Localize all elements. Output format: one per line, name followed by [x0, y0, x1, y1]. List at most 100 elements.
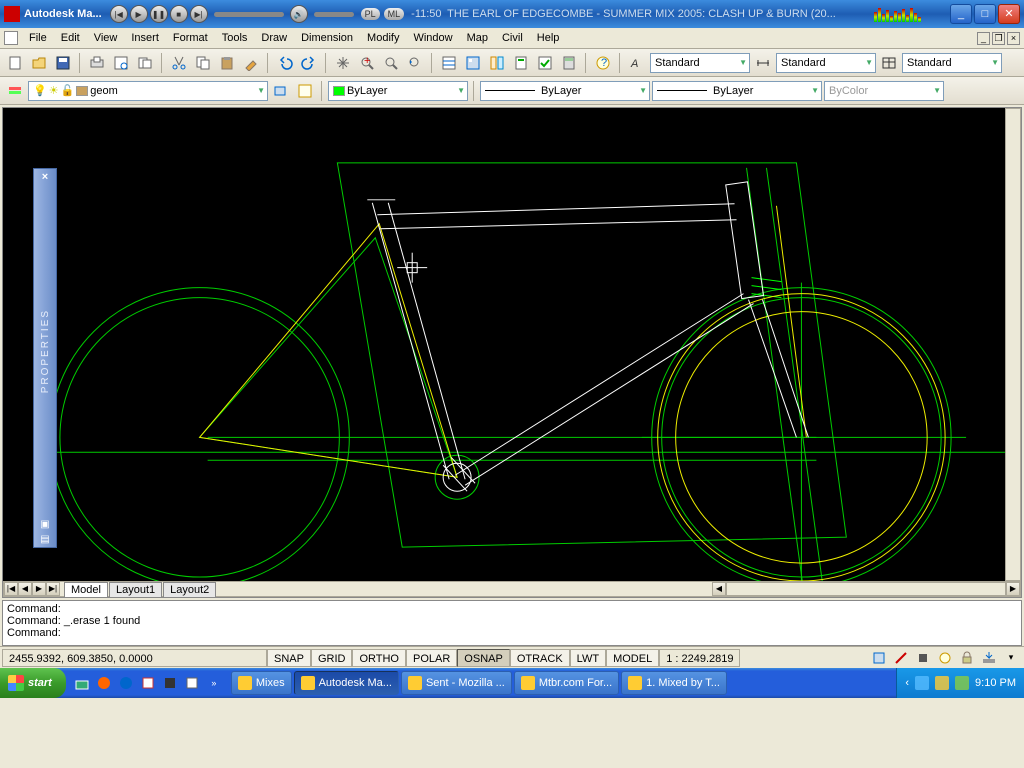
drawing-viewport[interactable]: × PROPERTIES ▣ ▤ |◀ ◀ ▶ ▶| ModelLayout1L… — [2, 107, 1022, 598]
color-combo[interactable]: ByLayer▼ — [328, 81, 468, 101]
ql-app-2[interactable] — [116, 672, 136, 694]
media-stop-button[interactable]: ■ — [170, 5, 188, 23]
status-toggle-model[interactable]: MODEL — [606, 649, 659, 667]
zoom-realtime-button[interactable]: + — [356, 52, 378, 74]
layout-tab-model[interactable]: Model — [64, 582, 108, 597]
menu-draw[interactable]: Draw — [254, 30, 294, 46]
ql-app-3[interactable] — [138, 672, 158, 694]
ql-more[interactable]: » — [204, 672, 224, 694]
menu-civil[interactable]: Civil — [495, 30, 530, 46]
ql-app-5[interactable] — [182, 672, 202, 694]
tool-palettes-button[interactable] — [486, 52, 508, 74]
redo-button[interactable] — [298, 52, 320, 74]
ql-app-4[interactable] — [160, 672, 180, 694]
layout-tab-layout1[interactable]: Layout1 — [109, 582, 162, 597]
tab-next-button[interactable]: ▶ — [32, 582, 46, 596]
menu-dimension[interactable]: Dimension — [294, 30, 360, 46]
mdi-close-button[interactable]: × — [1007, 32, 1020, 45]
status-tray-icon[interactable] — [978, 647, 1000, 669]
cut-button[interactable] — [168, 52, 190, 74]
markup-button[interactable] — [534, 52, 556, 74]
taskbar-task[interactable]: 1. Mixed by T... — [621, 671, 727, 695]
command-prompt[interactable]: Command: — [7, 627, 1017, 639]
new-button[interactable] — [4, 52, 26, 74]
taskbar-clock[interactable]: 9:10 PM — [975, 677, 1016, 689]
media-volume-slider[interactable] — [314, 12, 354, 17]
tray-expand-button[interactable]: ‹ — [905, 677, 909, 689]
status-icon-2[interactable] — [890, 647, 912, 669]
palette-close-button[interactable]: × — [40, 169, 50, 185]
document-icon[interactable] — [4, 31, 18, 45]
menu-format[interactable]: Format — [166, 30, 215, 46]
media-next-button[interactable]: ▶| — [190, 5, 208, 23]
layer-combo[interactable]: 💡 ☀ 🔓 geom ▼ — [28, 81, 268, 101]
taskbar-task[interactable]: Mtbr.com For... — [514, 671, 619, 695]
undo-button[interactable] — [274, 52, 296, 74]
tray-icon-1[interactable] — [915, 676, 929, 690]
coordinates-display[interactable]: 2455.9392, 609.3850, 0.0000 — [2, 649, 267, 667]
vertical-scrollbar[interactable] — [1005, 108, 1021, 581]
plot-button[interactable] — [86, 52, 108, 74]
mdi-restore-button[interactable]: ❐ — [992, 32, 1005, 45]
quickcalc-button[interactable] — [558, 52, 580, 74]
layer-properties-button[interactable] — [4, 80, 26, 102]
status-lock-icon[interactable] — [956, 647, 978, 669]
maximize-button[interactable]: □ — [974, 4, 996, 24]
media-playlist-pill[interactable]: PL — [361, 8, 380, 20]
tab-first-button[interactable]: |◀ — [4, 582, 18, 596]
tab-prev-button[interactable]: ◀ — [18, 582, 32, 596]
palette-autohide-button[interactable]: ▣ — [38, 517, 51, 532]
taskbar-task[interactable]: Sent - Mozilla ... — [401, 671, 512, 695]
media-seek-slider[interactable] — [214, 12, 284, 17]
mdi-minimize-button[interactable]: _ — [977, 32, 990, 45]
properties-palette[interactable]: × PROPERTIES ▣ ▤ — [33, 168, 57, 548]
minimize-button[interactable]: _ — [950, 4, 972, 24]
close-button[interactable]: ✕ — [998, 4, 1020, 24]
publish-button[interactable] — [134, 52, 156, 74]
match-properties-button[interactable] — [240, 52, 262, 74]
paste-button[interactable] — [216, 52, 238, 74]
taskbar-task[interactable]: Mixes — [231, 671, 292, 695]
hscroll-right-button[interactable]: ▶ — [1006, 582, 1020, 596]
status-toggle-grid[interactable]: GRID — [311, 649, 353, 667]
media-play-button[interactable]: ▶ — [130, 5, 148, 23]
menu-insert[interactable]: Insert — [124, 30, 166, 46]
status-icon-3[interactable] — [912, 647, 934, 669]
media-prev-button[interactable]: |◀ — [110, 5, 128, 23]
properties-button[interactable] — [438, 52, 460, 74]
tray-icon-3[interactable] — [955, 676, 969, 690]
status-toggle-lwt[interactable]: LWT — [570, 649, 606, 667]
open-button[interactable] — [28, 52, 50, 74]
start-button[interactable]: start — [0, 668, 66, 698]
annotation-scale[interactable]: 1 : 2249.2819 — [659, 649, 740, 667]
menu-modify[interactable]: Modify — [360, 30, 406, 46]
menu-edit[interactable]: Edit — [54, 30, 87, 46]
plotstyle-combo[interactable]: ByColor▼ — [824, 81, 944, 101]
plot-preview-button[interactable] — [110, 52, 132, 74]
menu-map[interactable]: Map — [460, 30, 495, 46]
taskbar-task[interactable]: Autodesk Ma... — [294, 671, 399, 695]
status-toggle-otrack[interactable]: OTRACK — [510, 649, 570, 667]
status-toggle-snap[interactable]: SNAP — [267, 649, 311, 667]
menu-tools[interactable]: Tools — [215, 30, 255, 46]
ql-app-1[interactable] — [94, 672, 114, 694]
menu-window[interactable]: Window — [406, 30, 459, 46]
ql-show-desktop[interactable] — [72, 672, 92, 694]
zoom-previous-button[interactable] — [404, 52, 426, 74]
menu-view[interactable]: View — [87, 30, 125, 46]
hscroll-left-button[interactable]: ◀ — [712, 582, 726, 596]
zoom-window-button[interactable] — [380, 52, 402, 74]
text-style-combo[interactable]: Standard▼ — [650, 53, 750, 73]
tray-icon-2[interactable] — [935, 676, 949, 690]
help-button[interactable]: ? — [592, 52, 614, 74]
pan-button[interactable] — [332, 52, 354, 74]
clean-screen-button[interactable]: ▾ — [1000, 647, 1022, 669]
status-icon-1[interactable] — [868, 647, 890, 669]
layout-tab-layout2[interactable]: Layout2 — [163, 582, 216, 597]
design-center-button[interactable] — [462, 52, 484, 74]
lineweight-combo[interactable]: ByLayer▼ — [652, 81, 822, 101]
menu-file[interactable]: File — [22, 30, 54, 46]
status-comm-icon[interactable] — [934, 647, 956, 669]
status-toggle-polar[interactable]: POLAR — [406, 649, 457, 667]
media-volume-button[interactable]: 🔊 — [290, 5, 308, 23]
